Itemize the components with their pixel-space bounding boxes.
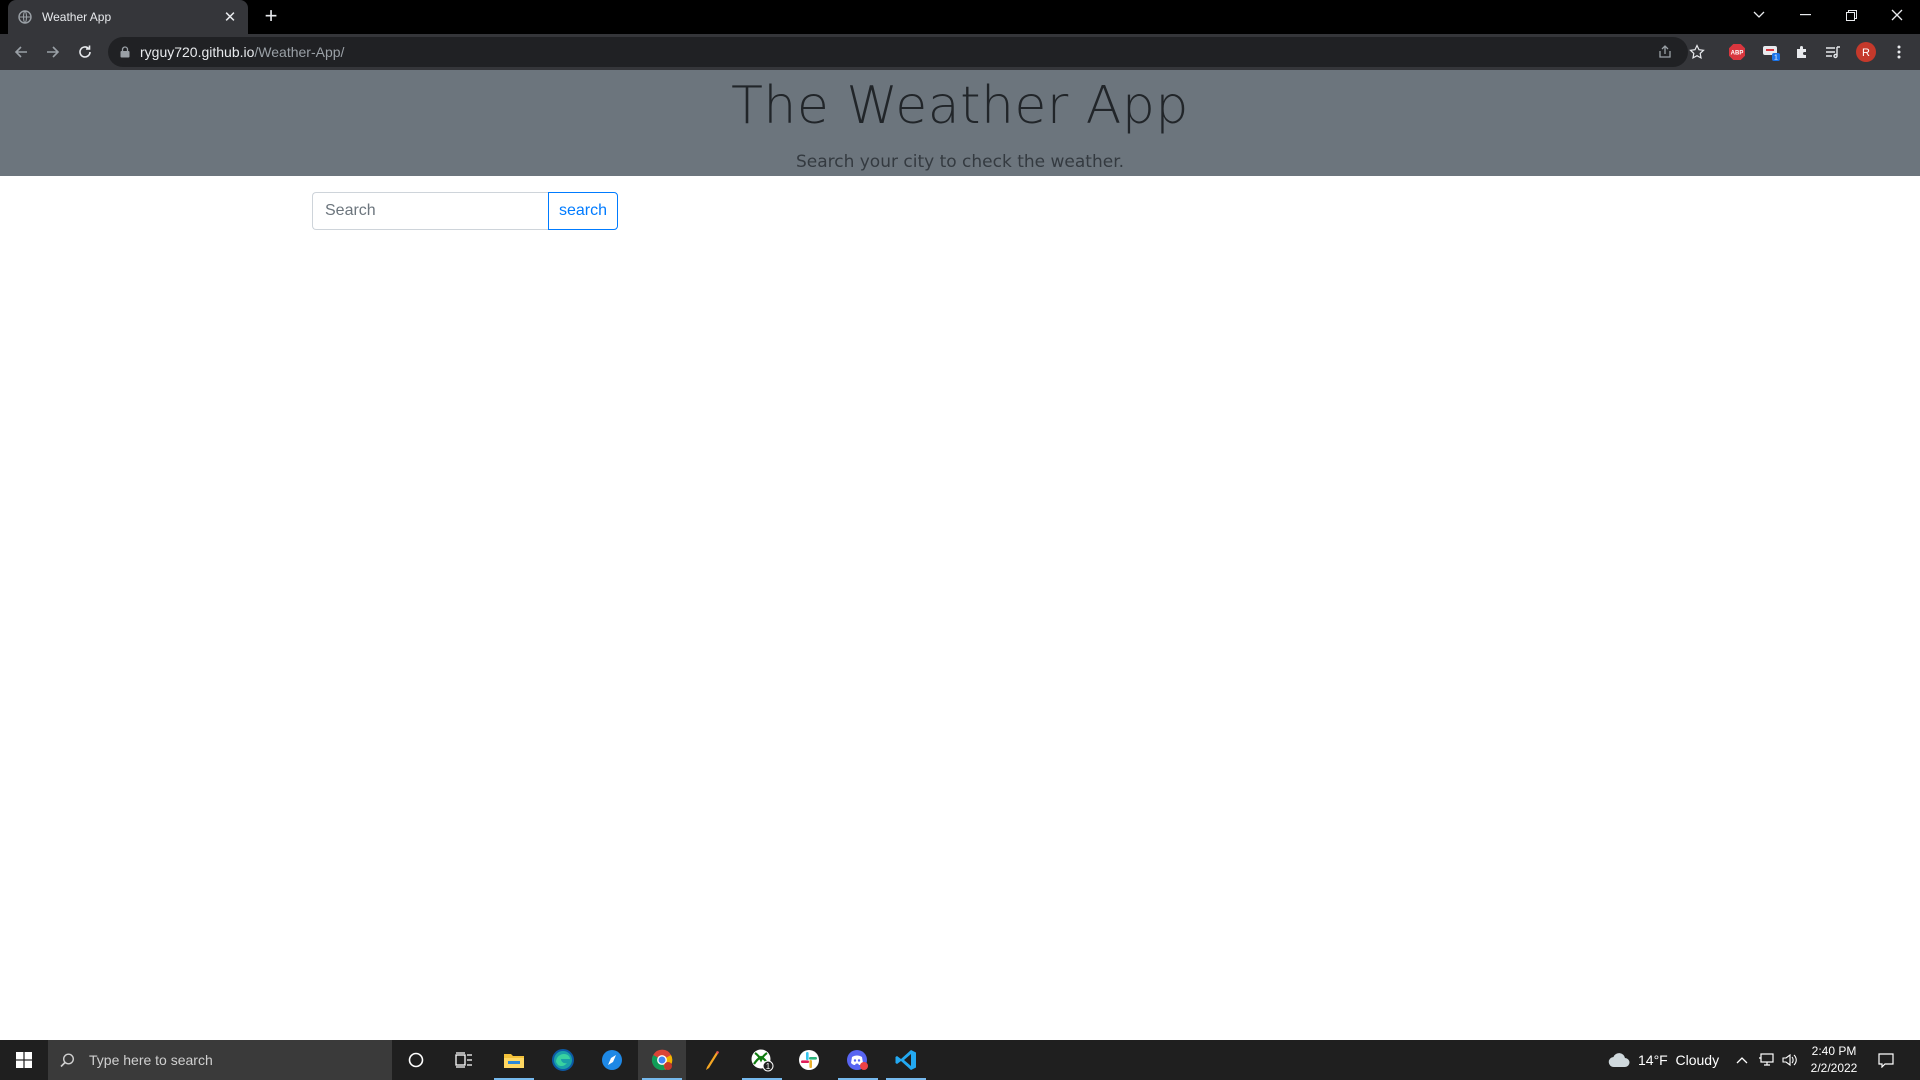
taskbar-search-placeholder: Type here to search <box>89 1052 213 1068</box>
show-hidden-icons-chevron-icon[interactable] <box>1736 1040 1748 1080</box>
xbox-icon[interactable]: 1 <box>738 1040 786 1080</box>
tab-search-chevron-icon[interactable] <box>1736 0 1782 30</box>
weather-widget[interactable]: 14°F Cloudy <box>1608 1040 1719 1080</box>
bookmark-star-icon[interactable] <box>1686 41 1708 63</box>
abp-label: ABP <box>1731 51 1744 57</box>
profile-initial: R <box>1862 47 1870 59</box>
file-explorer-icon[interactable] <box>490 1040 538 1080</box>
tab-weather-app[interactable]: Weather App ✕ <box>8 0 248 34</box>
weather-text: 14°F Cloudy <box>1638 1052 1720 1068</box>
forward-icon[interactable] <box>40 39 66 65</box>
tab-title: Weather App <box>42 10 112 24</box>
url-path: /Weather-App/ <box>254 44 345 60</box>
xbox-badge-count: 1 <box>766 1062 771 1071</box>
close-window-icon[interactable] <box>1874 0 1920 30</box>
discord-icon[interactable] <box>834 1040 882 1080</box>
pen-app-icon[interactable] <box>688 1040 736 1080</box>
volume-icon[interactable] <box>1782 1040 1798 1080</box>
taskbar-search-box[interactable]: Type here to search <box>48 1040 392 1080</box>
back-icon[interactable] <box>8 39 34 65</box>
clock-time: 2:40 PM <box>1811 1044 1857 1058</box>
minimize-icon[interactable] <box>1782 0 1828 30</box>
extension-badge-icon[interactable]: 1 <box>1760 41 1782 63</box>
extension-badge-count: 1 <box>1774 55 1778 62</box>
edge-icon[interactable] <box>539 1040 587 1080</box>
slack-icon[interactable] <box>785 1040 833 1080</box>
address-bar[interactable]: ryguy720.github.io/Weather-App/ <box>108 37 1688 67</box>
share-icon[interactable] <box>1654 41 1676 63</box>
extensions-puzzle-icon[interactable] <box>1791 41 1813 63</box>
taskbar-clock[interactable]: 2:40 PM 2/2/2022 <box>1800 1043 1868 1077</box>
browser-toolbar: ryguy720.github.io/Weather-App/ ABP 1 R <box>0 34 1920 70</box>
restore-icon[interactable] <box>1828 0 1874 30</box>
windows-taskbar: Type here to search 1 14°F Cloudy 2:40 P… <box>0 1040 1920 1080</box>
chrome-icon[interactable] <box>638 1040 686 1080</box>
clock-date: 2/2/2022 <box>1810 1061 1858 1075</box>
lock-icon[interactable] <box>120 46 130 58</box>
adblock-plus-icon[interactable]: ABP <box>1726 41 1748 63</box>
reading-list-icon[interactable] <box>1822 41 1844 63</box>
windows-start-icon[interactable] <box>0 1040 48 1080</box>
close-tab-icon[interactable]: ✕ <box>222 9 238 26</box>
reload-icon[interactable] <box>72 39 98 65</box>
browser-tab-bar: Weather App ✕ + <box>0 0 1920 34</box>
header-jumbotron: The Weather App Search your city to chec… <box>0 70 1920 176</box>
globe-icon <box>18 10 32 24</box>
search-icon <box>60 1052 75 1068</box>
city-search-input[interactable] <box>312 192 548 230</box>
profile-avatar[interactable]: R <box>1855 41 1877 63</box>
browser-menu-icon[interactable] <box>1888 41 1910 63</box>
cloud-icon <box>1608 1052 1630 1068</box>
task-view-icon[interactable] <box>440 1040 488 1080</box>
safari-compass-icon[interactable] <box>588 1040 636 1080</box>
url-host: ryguy720.github.io <box>140 44 255 60</box>
page-title: The Weather App <box>731 76 1189 136</box>
network-icon[interactable] <box>1758 1040 1774 1080</box>
notification-center-icon[interactable] <box>1878 1040 1894 1080</box>
cortana-icon[interactable] <box>392 1040 440 1080</box>
search-button[interactable]: search <box>548 192 618 230</box>
new-tab-icon[interactable]: + <box>260 5 282 28</box>
city-search-form: search <box>312 192 618 230</box>
page-subtitle: Search your city to check the weather. <box>795 152 1125 172</box>
vscode-icon[interactable] <box>882 1040 930 1080</box>
